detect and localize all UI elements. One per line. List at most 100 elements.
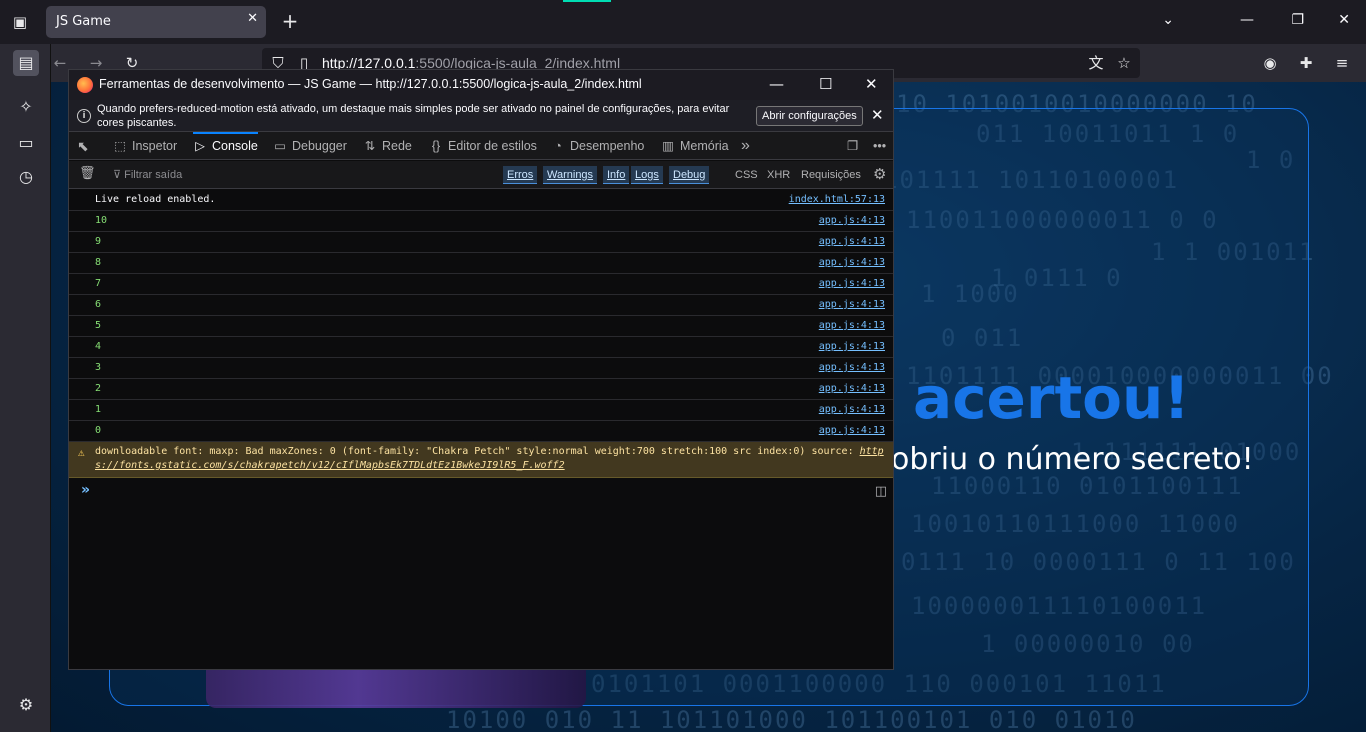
log-number: 6 bbox=[95, 299, 102, 310]
tab-icon: ◔ bbox=[554, 139, 562, 153]
filter-xhr[interactable]: XHR bbox=[767, 166, 790, 184]
sidebar-settings-icon[interactable]: ⚙ bbox=[13, 692, 39, 718]
log-number: 8 bbox=[95, 257, 102, 268]
devtools-window: Ferramentas de desenvolvimento — JS Game… bbox=[68, 69, 894, 670]
tab-overview-icon[interactable]: ▣ bbox=[8, 12, 32, 32]
filter-css[interactable]: CSS bbox=[735, 166, 758, 184]
tab-inspetor[interactable]: ⬚ Inspetor bbox=[113, 132, 177, 160]
warning-text: downloadable font: maxp: Bad maxZones: 0… bbox=[95, 446, 860, 457]
log-number: 7 bbox=[95, 278, 102, 289]
log-source-link[interactable]: app.js:4:13 bbox=[819, 400, 885, 420]
log-number: 1 bbox=[95, 404, 102, 415]
tab-editor-de-estilos[interactable]: {} Editor de estilos bbox=[429, 132, 537, 160]
tab-label: Desempenho bbox=[570, 139, 645, 153]
console-output: Live reload enabled. index.html:57:13 10… bbox=[69, 190, 893, 506]
log-row: 0 app.js:4:13 bbox=[69, 421, 893, 442]
open-settings-button[interactable]: Abrir configurações bbox=[756, 106, 863, 126]
log-source-link[interactable]: app.js:4:13 bbox=[819, 358, 885, 378]
log-source-link[interactable]: app.js:4:13 bbox=[819, 379, 885, 399]
log-number: 10 bbox=[95, 215, 108, 226]
close-window-icon[interactable]: ✕ bbox=[1338, 12, 1350, 28]
tab-list-chevron-icon[interactable]: ⌄ bbox=[1162, 12, 1174, 28]
tab-memória[interactable]: ▥ Memória bbox=[661, 132, 729, 160]
tab-bar: ▣ JS Game ✕ + ⌄ — ❐ ✕ bbox=[0, 0, 1366, 44]
tab-icon: ▥ bbox=[662, 139, 674, 153]
new-tab-button[interactable]: + bbox=[278, 11, 302, 31]
tab-rede[interactable]: ⇅ Rede bbox=[363, 132, 412, 160]
devtools-maximize-icon[interactable]: ☐ bbox=[819, 75, 832, 93]
log-source-link[interactable]: app.js:4:13 bbox=[819, 253, 885, 273]
level-logs[interactable]: Logs bbox=[631, 166, 663, 184]
tab-console[interactable]: ▷ Console bbox=[193, 132, 258, 160]
console-prompt[interactable]: » ◫ bbox=[69, 478, 893, 506]
log-source-link[interactable]: app.js:4:13 bbox=[819, 337, 885, 357]
synced-tabs-icon[interactable]: ▭ bbox=[13, 130, 39, 156]
restore-icon[interactable]: ❐ bbox=[1291, 12, 1304, 28]
tab-debugger[interactable]: ▭ Debugger bbox=[273, 132, 347, 160]
warning-message: downloadable font: maxp: Bad maxZones: 0… bbox=[95, 445, 887, 473]
clear-console-icon[interactable]: 🗑 bbox=[79, 166, 96, 181]
tab-label: Rede bbox=[382, 139, 412, 153]
log-number: 4 bbox=[95, 341, 102, 352]
devtools-minimize-icon[interactable]: — bbox=[769, 75, 784, 93]
log-row: 6 app.js:4:13 bbox=[69, 295, 893, 316]
level-info[interactable]: Info bbox=[603, 166, 630, 184]
bookmark-star-icon[interactable]: ☆ bbox=[1112, 53, 1136, 73]
tab-label: Memória bbox=[680, 139, 729, 153]
more-tabs-icon[interactable]: » bbox=[741, 132, 750, 160]
extensions-icon[interactable]: ✚ bbox=[1294, 53, 1318, 73]
warning-icon: ⚠ bbox=[78, 446, 85, 459]
notice-close-icon[interactable]: ✕ bbox=[871, 106, 884, 124]
level-erros[interactable]: Erros bbox=[503, 166, 538, 184]
game-title: acertou! bbox=[913, 364, 1190, 432]
tab-icon: ▷ bbox=[195, 139, 205, 153]
tab-close-icon[interactable]: ✕ bbox=[247, 11, 258, 26]
log-row: 4 app.js:4:13 bbox=[69, 337, 893, 358]
log-number: 9 bbox=[95, 236, 102, 247]
filter-input[interactable]: ⊽ Filtrar saída bbox=[113, 168, 182, 181]
devtools-titlebar: Ferramentas de desenvolvimento — JS Game… bbox=[69, 70, 893, 100]
filter-requisições[interactable]: Requisições bbox=[801, 166, 861, 184]
devtools-menu-icon[interactable]: ••• bbox=[873, 132, 886, 160]
log-source-link[interactable]: app.js:4:13 bbox=[819, 211, 885, 231]
log-source-link[interactable]: app.js:4:13 bbox=[819, 421, 885, 441]
history-icon[interactable]: ◷ bbox=[13, 164, 39, 190]
editor-mode-icon[interactable]: ◫ bbox=[875, 484, 887, 499]
log-source-link[interactable]: app.js:4:13 bbox=[819, 295, 885, 315]
log-row: 3 app.js:4:13 bbox=[69, 358, 893, 379]
element-picker-icon[interactable]: ⬉ bbox=[77, 132, 89, 160]
sidebar: ▤ ✧ ▭ ◷ ⚙ bbox=[0, 44, 51, 732]
tab-desempenho[interactable]: ◔ Desempenho bbox=[551, 132, 644, 160]
tab-accent bbox=[563, 0, 611, 2]
sidebar-toggle-icon[interactable]: ▤ bbox=[13, 50, 39, 76]
tab-icon: ⇅ bbox=[364, 139, 376, 153]
log-row: 1 app.js:4:13 bbox=[69, 400, 893, 421]
tab-icon: ▭ bbox=[274, 139, 286, 153]
dock-icon[interactable]: ❐ bbox=[847, 132, 858, 160]
log-source-link[interactable]: app.js:4:13 bbox=[819, 316, 885, 336]
minimize-icon[interactable]: — bbox=[1240, 12, 1254, 28]
level-debug[interactable]: Debug bbox=[669, 166, 710, 184]
log-number: 5 bbox=[95, 320, 102, 331]
tab-icon: {} bbox=[431, 139, 441, 153]
devtools-close-icon[interactable]: ✕ bbox=[865, 75, 878, 93]
filter-settings-icon[interactable]: ⚙ bbox=[873, 166, 886, 184]
filter-placeholder: Filtrar saída bbox=[124, 169, 183, 181]
level-warnings[interactable]: Warnings bbox=[543, 166, 598, 184]
binary-row: 10100 010 11 101101000 101100101 010 010… bbox=[446, 706, 1137, 732]
warning-row: ⚠ downloadable font: maxp: Bad maxZones:… bbox=[69, 442, 893, 478]
game-subtitle: obriu o número secreto! bbox=[891, 442, 1254, 477]
log-source-link[interactable]: app.js:4:13 bbox=[819, 232, 885, 252]
ai-chatbot-icon[interactable]: ✧ bbox=[13, 94, 39, 120]
tab-label: Console bbox=[212, 139, 258, 153]
log-row: 2 app.js:4:13 bbox=[69, 379, 893, 400]
log-row: 10 app.js:4:13 bbox=[69, 211, 893, 232]
menu-icon[interactable]: ≡ bbox=[1330, 53, 1354, 73]
log-source-link[interactable]: app.js:4:13 bbox=[819, 274, 885, 294]
active-tab[interactable]: JS Game ✕ bbox=[46, 6, 266, 38]
translate-icon[interactable]: 文 bbox=[1084, 53, 1108, 73]
log-source-link[interactable]: index.html:57:13 bbox=[789, 190, 885, 210]
reduced-motion-notice: i Quando prefers-reduced-motion está ati… bbox=[69, 100, 893, 132]
tab-label: Debugger bbox=[292, 139, 347, 153]
account-icon[interactable]: ◉ bbox=[1258, 53, 1282, 73]
